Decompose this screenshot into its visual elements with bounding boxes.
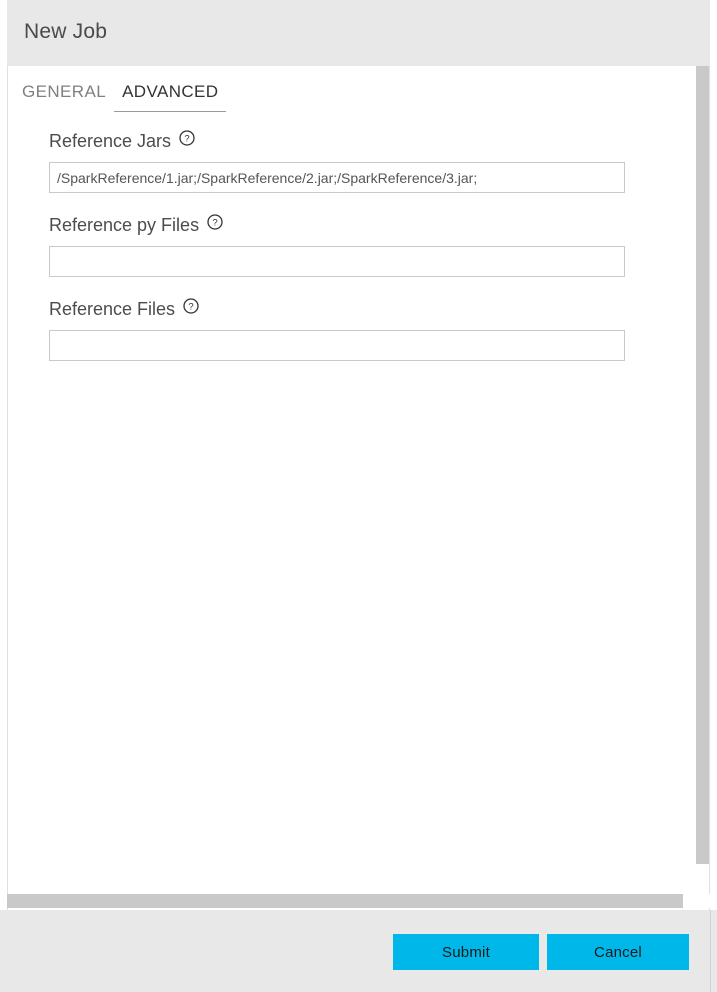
tab-general[interactable]: GENERAL — [14, 82, 114, 112]
reference-py-files-input[interactable] — [49, 246, 625, 277]
vertical-scrollbar-thumb[interactable] — [696, 66, 709, 864]
horizontal-scrollbar-thumb[interactable] — [7, 894, 683, 908]
cancel-button[interactable]: Cancel — [547, 934, 689, 970]
field-label-reference-jars: Reference Jars ? — [49, 128, 625, 154]
field-label-reference-py-files: Reference py Files ? — [49, 212, 625, 238]
vertical-scrollbar[interactable] — [696, 66, 709, 910]
dialog-titlebar: New Job — [7, 0, 710, 66]
horizontal-scrollbar[interactable] — [7, 894, 710, 908]
footer-right-border — [710, 910, 711, 992]
tab-advanced[interactable]: ADVANCED — [114, 82, 227, 112]
dialog-title: New Job — [24, 20, 108, 43]
dialog-content-panel: GENERAL ADVANCED Reference Jars ? /Spark… — [7, 66, 710, 910]
field-label-text: Reference Files — [49, 298, 176, 319]
reference-jars-input[interactable] — [49, 162, 625, 193]
svg-text:?: ? — [212, 218, 217, 229]
question-circle-icon[interactable]: ? — [207, 214, 223, 230]
question-circle-icon[interactable]: ? — [179, 130, 195, 146]
field-reference-files: Reference Files ? — [49, 296, 625, 361]
question-circle-icon[interactable]: ? — [183, 298, 199, 314]
tab-bar: GENERAL ADVANCED — [14, 82, 227, 112]
field-label-reference-files: Reference Files ? — [49, 296, 625, 322]
field-label-text: Reference Jars — [49, 130, 172, 151]
dialog-footer: Submit Cancel — [0, 910, 717, 992]
reference-files-input[interactable] — [49, 330, 625, 361]
field-reference-py-files: Reference py Files ? — [49, 212, 625, 277]
svg-text:?: ? — [188, 302, 193, 313]
submit-button[interactable]: Submit — [393, 934, 539, 970]
new-job-dialog: New Job GENERAL ADVANCED Reference Jars … — [0, 0, 717, 992]
field-reference-jars: Reference Jars ? — [49, 128, 625, 193]
svg-text:?: ? — [184, 134, 189, 145]
field-label-text: Reference py Files — [49, 214, 200, 235]
